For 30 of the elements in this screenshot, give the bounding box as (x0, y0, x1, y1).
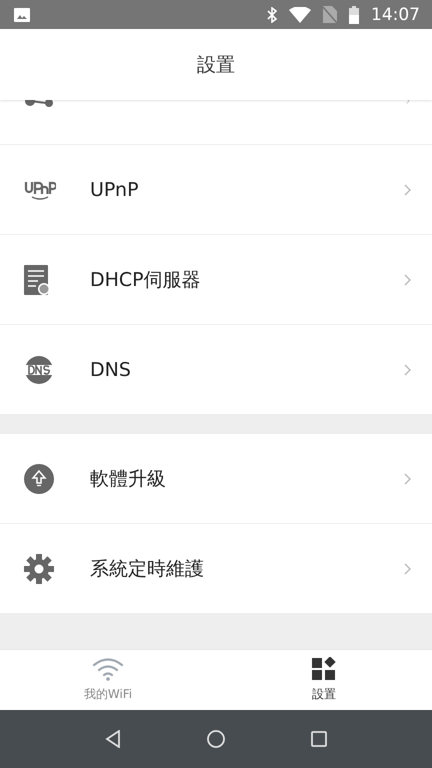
home-icon[interactable] (207, 730, 225, 748)
chevron-icon (404, 184, 412, 196)
row-label: UPnP (90, 178, 140, 200)
back-icon[interactable] (105, 730, 121, 748)
chevron-icon (404, 364, 412, 376)
chevron-icon (404, 562, 412, 574)
row-label: DNS (90, 358, 132, 380)
document-icon (24, 264, 50, 294)
row-label: 軟體升級 (90, 466, 167, 492)
chevron-icon (404, 472, 412, 484)
bluetooth-icon (267, 6, 277, 22)
page-title: 設置 (197, 52, 235, 78)
clock-time: 14:07 (371, 4, 420, 24)
wifi-icon (92, 657, 124, 681)
nav-tab[interactable]: 設置 (216, 650, 432, 710)
globe-icon (24, 354, 54, 384)
nav-tab[interactable]: 我的WiFi (0, 650, 216, 710)
chevron-icon (404, 98, 412, 104)
chevron-icon (404, 274, 412, 286)
upnp-icon (24, 180, 56, 200)
wifi-signal-icon (289, 6, 311, 22)
row-label: DHCP伺服器 (90, 268, 202, 292)
image-icon (14, 8, 30, 22)
recents-icon[interactable] (311, 731, 327, 747)
no-sim-icon (323, 6, 337, 23)
dashboard-icon (312, 657, 336, 681)
settings-icon (24, 554, 54, 584)
battery-icon (349, 6, 359, 24)
upload-icon (24, 464, 54, 494)
row-label: 系統定時維護 (90, 556, 205, 582)
